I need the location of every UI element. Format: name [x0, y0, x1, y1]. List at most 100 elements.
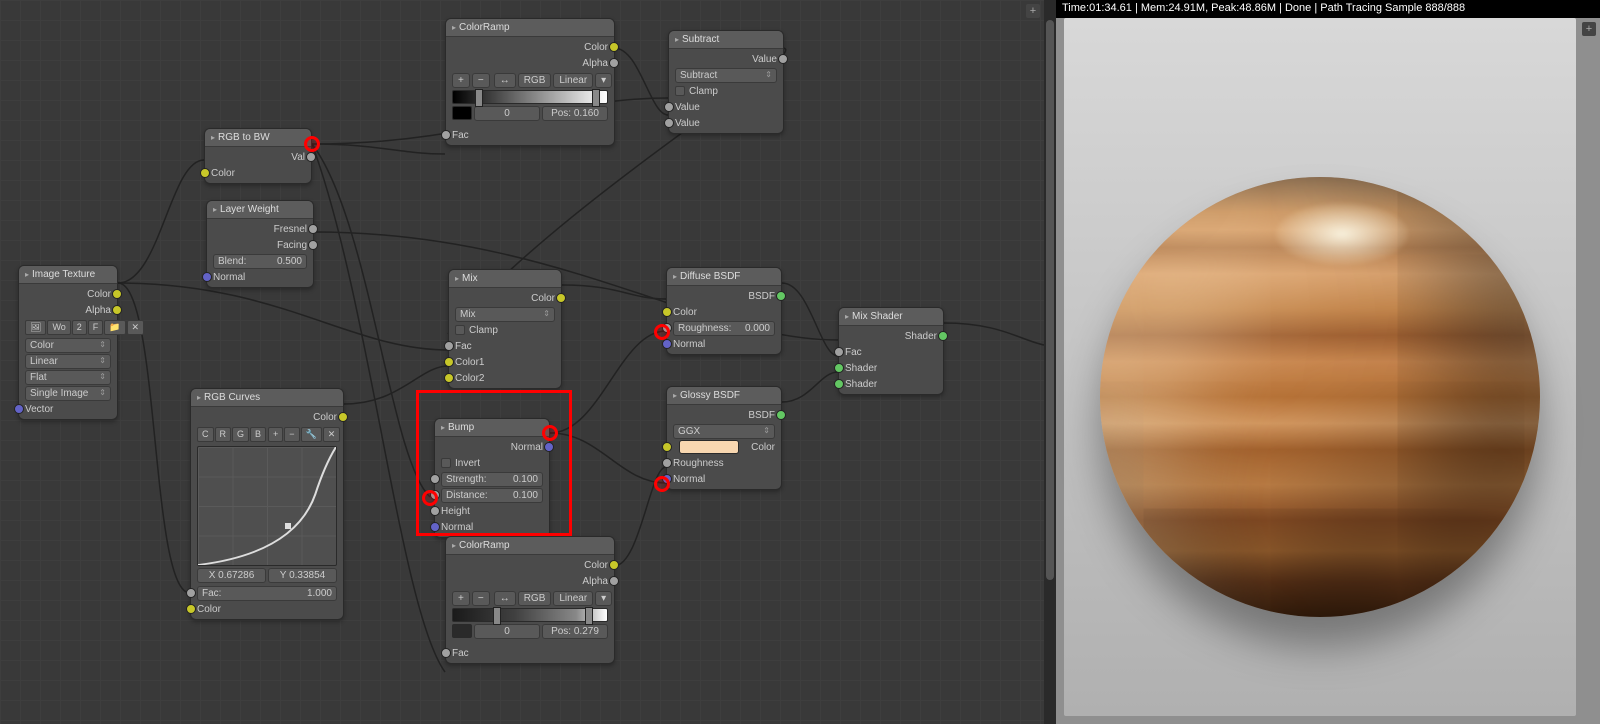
blend-mode[interactable]: Mix — [455, 307, 555, 322]
out-val: Val — [291, 152, 305, 163]
node-bump[interactable]: Bump Normal Invert Strength:0.100 Distan… — [434, 418, 550, 538]
node-title: Mix Shader — [839, 308, 943, 326]
node-title: ColorRamp — [446, 19, 614, 37]
node-diffuse[interactable]: Diffuse BSDF BSDF Color Roughness:0.000 … — [666, 267, 782, 355]
image-fake[interactable]: F — [88, 320, 104, 335]
render-view-panel: Time:01:34.61 | Mem:24.91M, Peak:48.86M … — [1056, 0, 1600, 724]
curve-y[interactable]: Y 0.33854 — [268, 568, 337, 583]
node-editor[interactable]: Image Texture Color Alpha 🖼 Wo 2 F 📁 ✕ C… — [0, 0, 1044, 724]
node-subtract[interactable]: Subtract Value Subtract Clamp Value Valu… — [668, 30, 784, 134]
node-rgb-to-bw[interactable]: RGB to BW Val Color — [204, 128, 312, 184]
ramp-add-icon[interactable]: + — [452, 591, 470, 606]
scrollbar-thumb[interactable] — [1046, 20, 1054, 580]
render-viewport[interactable] — [1064, 18, 1576, 716]
out-alpha: Alpha — [582, 576, 608, 587]
curve-widget[interactable] — [197, 446, 337, 566]
ramp-mode[interactable]: RGB — [518, 591, 552, 606]
ramp-interp[interactable]: Linear — [553, 73, 593, 88]
maximize-icon[interactable]: + — [1026, 4, 1040, 18]
in-value2: Value — [675, 118, 700, 129]
curve-tab-g[interactable]: G — [232, 427, 249, 442]
image-users[interactable]: 2 — [72, 320, 87, 335]
operation[interactable]: Subtract — [675, 68, 777, 83]
in-color1: Color1 — [455, 357, 484, 368]
projection[interactable]: Flat — [25, 370, 111, 385]
reset-icon[interactable]: ✕ — [323, 427, 341, 442]
clamp-checkbox[interactable] — [455, 325, 465, 335]
curve-tab-b[interactable]: B — [250, 427, 266, 442]
out-shader: Shader — [905, 331, 937, 342]
interpolation[interactable]: Linear — [25, 354, 111, 369]
ramp-del-icon[interactable]: − — [472, 591, 490, 606]
ramp-interp[interactable]: Linear — [553, 591, 593, 606]
ramp-swatch[interactable] — [452, 624, 472, 638]
ramp-index[interactable]: 0 — [474, 106, 540, 121]
in-vector: Vector — [25, 404, 53, 415]
ramp-pos[interactable]: Pos: 0.279 — [542, 624, 608, 639]
node-glossy[interactable]: Glossy BSDF BSDF GGX Color Roughness Nor… — [666, 386, 782, 490]
in-roughness: Roughness — [673, 458, 724, 469]
ramp-gradient[interactable] — [452, 608, 608, 622]
image-unlink-icon[interactable]: ✕ — [127, 320, 145, 335]
out-color: Color — [87, 289, 111, 300]
node-layer-weight[interactable]: Layer Weight Fresnel Facing Blend:0.500 … — [206, 200, 314, 288]
node-title: Bump — [435, 419, 549, 437]
curve-tab-r[interactable]: R — [215, 427, 232, 442]
distance-field[interactable]: Distance:0.100 — [441, 488, 543, 503]
clamp-checkbox[interactable] — [675, 86, 685, 96]
out-alpha: Alpha — [582, 58, 608, 69]
color-space[interactable]: Color — [25, 338, 111, 353]
node-title: Mix — [449, 270, 561, 288]
blend-field[interactable]: Blend:0.500 — [213, 254, 307, 269]
in-height: Height — [441, 506, 470, 517]
in-normal: Normal — [441, 522, 473, 533]
ramp-flip-icon[interactable]: ↔ — [494, 591, 516, 606]
ramp-menu-icon[interactable]: ▾ — [595, 73, 612, 88]
ramp-flip-icon[interactable]: ↔ — [494, 73, 516, 88]
node-mix-shader[interactable]: Mix Shader Shader Fac Shader Shader — [838, 307, 944, 395]
out-color: Color — [584, 560, 608, 571]
in-normal: Normal — [673, 474, 705, 485]
ramp-mode[interactable]: RGB — [518, 73, 552, 88]
tools-icon[interactable]: 🔧 — [301, 427, 322, 442]
in-shader2: Shader — [845, 379, 877, 390]
image-name[interactable]: Wo — [47, 320, 70, 335]
in-normal: Normal — [673, 339, 705, 350]
scrollbar[interactable] — [1044, 0, 1056, 724]
ramp-pos[interactable]: Pos: 0.160 — [542, 106, 608, 121]
ramp-swatch[interactable] — [452, 106, 472, 120]
rendered-sphere — [1100, 177, 1540, 617]
in-shader1: Shader — [845, 363, 877, 374]
strength-field[interactable]: Strength:0.100 — [441, 472, 543, 487]
image-open-icon[interactable]: 📁 — [104, 320, 125, 335]
out-color: Color — [313, 412, 337, 423]
ramp-menu-icon[interactable]: ▾ — [595, 591, 612, 606]
ramp-gradient[interactable] — [452, 90, 608, 104]
out-fresnel: Fresnel — [274, 224, 307, 235]
maximize-icon[interactable]: + — [1582, 22, 1596, 36]
zoom-out-icon[interactable]: − — [284, 427, 299, 442]
curve-x[interactable]: X 0.67286 — [197, 568, 266, 583]
distribution[interactable]: GGX — [673, 424, 775, 439]
in-fac: Fac — [452, 130, 469, 141]
render-status: Time:01:34.61 | Mem:24.91M, Peak:48.86M … — [1056, 0, 1600, 18]
node-mix[interactable]: Mix Color Mix Clamp Fac Color1 Color2 — [448, 269, 562, 389]
ramp-add-icon[interactable]: + — [452, 73, 470, 88]
curve-tab-c[interactable]: C — [197, 427, 214, 442]
color-swatch[interactable] — [679, 440, 739, 454]
node-rgb-curves[interactable]: RGB Curves Color C R G B + − 🔧 ✕ X 0.672… — [190, 388, 344, 620]
invert-checkbox[interactable] — [441, 458, 451, 468]
node-title: Subtract — [669, 31, 783, 49]
node-title: RGB Curves — [191, 389, 343, 407]
roughness-field[interactable]: Roughness:0.000 — [673, 321, 775, 336]
image-browse-icon[interactable]: 🖼 — [25, 320, 46, 335]
node-colorramp-bottom[interactable]: ColorRamp Color Alpha + − ↔ RGB Linear ▾… — [445, 536, 615, 664]
fac-field[interactable]: Fac:1.000 — [197, 586, 337, 601]
ramp-del-icon[interactable]: − — [472, 73, 490, 88]
zoom-in-icon[interactable]: + — [268, 427, 283, 442]
node-colorramp-top[interactable]: ColorRamp Color Alpha + − ↔ RGB Linear ▾… — [445, 18, 615, 146]
ramp-index[interactable]: 0 — [474, 624, 540, 639]
node-title: RGB to BW — [205, 129, 311, 147]
node-image-texture[interactable]: Image Texture Color Alpha 🖼 Wo 2 F 📁 ✕ C… — [18, 265, 118, 420]
source[interactable]: Single Image — [25, 386, 111, 401]
